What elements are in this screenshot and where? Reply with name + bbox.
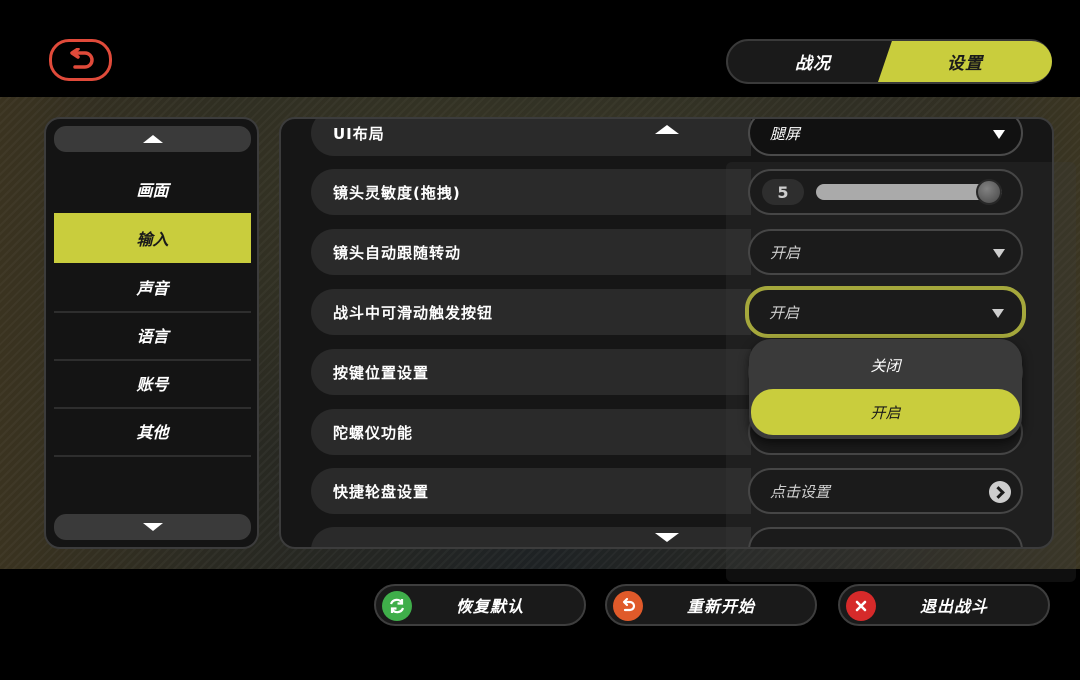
setting-label: UI布局 [311,119,751,156]
ui-layout-select[interactable]: 腿屏 [748,119,1023,156]
dropdown-caret-icon [993,130,1005,139]
restore-defaults-button[interactable]: 恢复默认 [374,584,586,626]
close-icon [846,591,876,621]
setting-label: 快捷轮盘设置 [311,468,751,514]
settings-category-panel: 画面 输入 声音 语言 账号 其他 [44,117,259,549]
slide-trigger-dropdown: 关闭 开启 [749,339,1022,439]
restore-defaults-label: 恢复默认 [455,597,524,616]
sidebar-item-input[interactable]: 输入 [54,213,251,263]
sidebar-item-account[interactable]: 账号 [54,359,251,409]
sidebar-item-other[interactable]: 其他 [54,407,251,457]
category-scroll-up-button[interactable] [54,126,251,152]
top-tab-bar: 战况 设置 [726,39,1052,84]
select-value: 腿屏 [770,124,801,143]
setting-label [311,527,751,547]
sidebar-item-language[interactable]: 语言 [54,311,251,361]
sidebar-item-sound[interactable]: 声音 [54,263,251,313]
dropdown-option-on[interactable]: 开启 [751,389,1020,435]
restart-label: 重新开始 [686,597,755,616]
list-scroll-up-icon[interactable] [655,125,679,134]
setting-row-ui-layout: UI布局 腿屏 [311,119,1025,156]
list-scroll-down-icon[interactable] [655,533,679,542]
restart-icon [613,591,643,621]
tab-settings[interactable]: 设置 [878,41,1052,82]
sidebar-item-display[interactable]: 画面 [54,165,251,215]
restart-button[interactable]: 重新开始 [605,584,817,626]
category-scroll-down-button[interactable] [54,514,251,540]
refresh-icon [382,591,412,621]
setting-label: 陀螺仪功能 [311,409,751,455]
exit-battle-label: 退出战斗 [919,597,988,616]
setting-label: 战斗中可滑动触发按钮 [311,289,751,335]
dropdown-option-off[interactable]: 关闭 [749,342,1022,388]
arrow-down-icon [142,523,163,531]
setting-label: 按键位置设置 [311,349,751,395]
back-arrow-icon [69,48,94,69]
exit-battle-button[interactable]: 退出战斗 [838,584,1050,626]
back-button[interactable] [49,39,112,81]
setting-label: 镜头灵敏度(拖拽) [311,169,751,215]
arrow-up-icon [142,135,163,143]
tab-status[interactable]: 战况 [728,41,898,82]
setting-label: 镜头自动跟随转动 [311,229,751,275]
